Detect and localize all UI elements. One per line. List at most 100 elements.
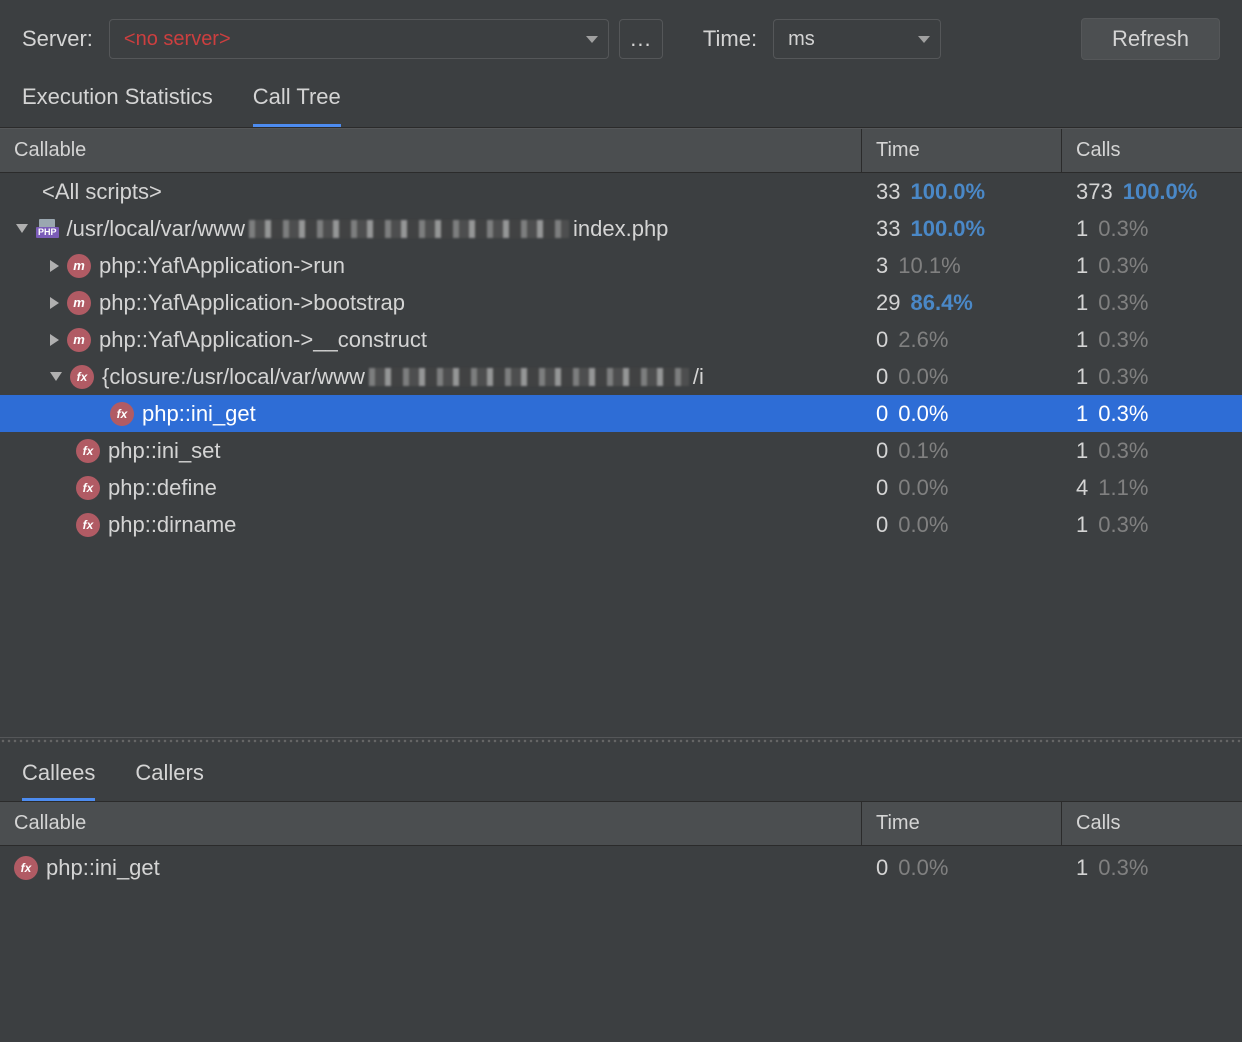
- column-header-callable[interactable]: Callable: [0, 802, 862, 845]
- time-select-value: ms: [788, 28, 815, 51]
- callable-label: php::ini_get: [142, 401, 256, 427]
- column-header-time[interactable]: Time: [862, 129, 1062, 172]
- expand-closed-icon[interactable]: [50, 334, 59, 346]
- calls-value: 1: [1076, 216, 1088, 242]
- calls-value: 4: [1076, 475, 1088, 501]
- tree-row[interactable]: mphp::Yaf\Application->__construct02.6%1…: [0, 321, 1242, 358]
- time-value: 0: [876, 512, 888, 538]
- callees-table-header: Callable Time Calls: [0, 802, 1242, 846]
- callee-row[interactable]: fx php::ini_get 0 0.0% 1 0.3%: [0, 846, 1242, 890]
- column-header-callable[interactable]: Callable: [0, 129, 862, 172]
- calls-value: 1: [1076, 512, 1088, 538]
- server-browse-button[interactable]: ...: [619, 19, 663, 59]
- tree-row[interactable]: fx php::dirname 0 0.0% 1 0.3%: [0, 506, 1242, 543]
- tree-row[interactable]: fxphp::ini_set00.1%10.3%: [0, 432, 1242, 469]
- callable-label-suffix: index.php: [573, 216, 668, 242]
- time-value: 0: [876, 438, 888, 464]
- calls-value: 1: [1076, 364, 1088, 390]
- expand-open-icon[interactable]: [50, 372, 62, 381]
- callable-label: {closure:/usr/local/var/www: [102, 364, 365, 390]
- function-icon: fx: [70, 365, 94, 389]
- callable-label: php::Yaf\Application->run: [99, 253, 345, 279]
- main-tabs: Execution Statistics Call Tree: [0, 66, 1242, 128]
- redacted-path: [369, 368, 689, 386]
- time-percent: 0.0%: [898, 401, 948, 427]
- php-file-icon: PHP: [36, 219, 59, 238]
- calls-value: 1: [1076, 253, 1088, 279]
- method-icon: m: [67, 254, 91, 278]
- calls-percent: 100.0%: [1123, 179, 1198, 205]
- tree-row[interactable]: fxphp::ini_get00.0%10.3%: [0, 395, 1242, 432]
- calls-percent: 1.1%: [1098, 475, 1148, 501]
- callable-label: php::dirname: [108, 512, 236, 538]
- callee-time-value: 0: [876, 855, 888, 881]
- server-select[interactable]: <no server>: [109, 19, 609, 59]
- calls-value: 373: [1076, 179, 1113, 205]
- callee-calls-value: 1: [1076, 855, 1088, 881]
- callable-label-suffix: /i: [693, 364, 704, 390]
- callable-label: php::Yaf\Application->bootstrap: [99, 290, 405, 316]
- function-icon: fx: [76, 439, 100, 463]
- callee-label: php::ini_get: [46, 855, 160, 881]
- expand-open-icon[interactable]: [16, 224, 28, 233]
- time-percent: 100.0%: [910, 216, 985, 242]
- calls-percent: 0.3%: [1098, 216, 1148, 242]
- time-value: 29: [876, 290, 900, 316]
- server-label: Server:: [22, 26, 99, 52]
- detail-tabs: Callees Callers: [0, 744, 1242, 802]
- column-header-calls[interactable]: Calls: [1062, 802, 1242, 845]
- chevron-down-icon: [918, 36, 930, 43]
- calls-percent: 0.3%: [1098, 253, 1148, 279]
- time-unit-select[interactable]: ms: [773, 19, 941, 59]
- tree-row[interactable]: <All scripts>33100.0%373100.0%: [0, 173, 1242, 210]
- tree-row[interactable]: mphp::Yaf\Application->run310.1%10.3%: [0, 247, 1242, 284]
- time-percent: 0.0%: [898, 364, 948, 390]
- calls-percent: 0.3%: [1098, 438, 1148, 464]
- tree-row[interactable]: fx {closure:/usr/local/var/www/i 0 0.0% 1 0.3…: [0, 358, 1242, 395]
- calls-percent: 0.3%: [1098, 364, 1148, 390]
- time-value: 0: [876, 401, 888, 427]
- function-icon: fx: [76, 476, 100, 500]
- callees-table: Callable Time Calls fx php::ini_get 0 0.…: [0, 802, 1242, 890]
- chevron-down-icon: [586, 36, 598, 43]
- column-header-calls[interactable]: Calls: [1062, 129, 1242, 172]
- tab-callees[interactable]: Callees: [22, 760, 95, 801]
- time-value: 3: [876, 253, 888, 279]
- time-value: 33: [876, 216, 900, 242]
- tab-execution-statistics[interactable]: Execution Statistics: [22, 84, 213, 127]
- calls-percent: 0.3%: [1098, 512, 1148, 538]
- redacted-path: [249, 220, 569, 238]
- tree-row[interactable]: fx php::define 0 0.0% 4 1.1%: [0, 469, 1242, 506]
- function-icon: fx: [76, 513, 100, 537]
- calls-percent: 0.3%: [1098, 327, 1148, 353]
- method-icon: m: [67, 328, 91, 352]
- column-header-time[interactable]: Time: [862, 802, 1062, 845]
- callable-label: php::define: [108, 475, 217, 501]
- expand-closed-icon[interactable]: [50, 297, 59, 309]
- time-value: 0: [876, 475, 888, 501]
- tab-call-tree[interactable]: Call Tree: [253, 84, 341, 127]
- time-value: 33: [876, 179, 900, 205]
- callee-calls-percent: 0.3%: [1098, 855, 1148, 881]
- time-value: 0: [876, 364, 888, 390]
- time-percent: 86.4%: [910, 290, 972, 316]
- calls-value: 1: [1076, 290, 1088, 316]
- server-select-value: <no server>: [124, 28, 231, 51]
- callable-label: /usr/local/var/www: [67, 216, 245, 242]
- calls-percent: 0.3%: [1098, 290, 1148, 316]
- expand-closed-icon[interactable]: [50, 260, 59, 272]
- tab-callers[interactable]: Callers: [135, 760, 203, 801]
- time-percent: 0.0%: [898, 512, 948, 538]
- callee-time-percent: 0.0%: [898, 855, 948, 881]
- tree-row[interactable]: m php::Yaf\Application->bootstrap 29 86.4% 1…: [0, 284, 1242, 321]
- calls-value: 1: [1076, 327, 1088, 353]
- tree-row[interactable]: PHP/usr/local/var/www index.php 33 100.0% 10…: [0, 210, 1242, 247]
- time-percent: 0.1%: [898, 438, 948, 464]
- callable-label: <All scripts>: [42, 179, 162, 205]
- method-icon: m: [67, 291, 91, 315]
- calls-value: 1: [1076, 438, 1088, 464]
- callable-label: php::Yaf\Application->__construct: [99, 327, 427, 353]
- time-percent: 0.0%: [898, 475, 948, 501]
- refresh-button[interactable]: Refresh: [1081, 18, 1220, 60]
- time-label: Time:: [703, 26, 763, 52]
